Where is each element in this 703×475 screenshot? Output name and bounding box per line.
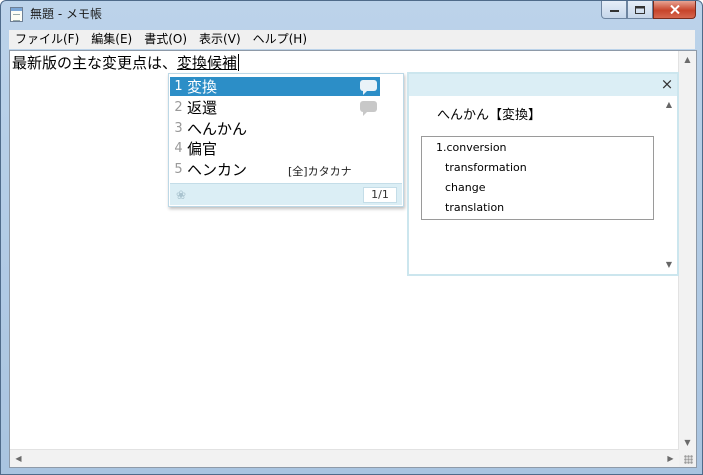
close-button[interactable] (653, 1, 696, 19)
scroll-left-icon[interactable]: ◀ (10, 450, 27, 467)
definition-line: 1.conversion (436, 141, 507, 154)
candidate-item-2[interactable]: 2 返還 (170, 98, 380, 117)
editor-line[interactable]: 最新版の主な変更点は、変換候補 (12, 54, 240, 72)
window-title: 無題 - メモ帳 (30, 7, 102, 21)
dictionary-panel: × ▲ ▼ へんかん【変換】 1.conversion transformati… (407, 72, 679, 276)
minimize-icon (609, 9, 619, 12)
definition-line: transformation (445, 161, 527, 174)
caption-buttons (601, 1, 696, 20)
menu-format[interactable]: 書式(O) (138, 30, 193, 49)
maximize-button[interactable] (627, 1, 653, 19)
dictionary-scrollbar[interactable]: ▲ ▼ (661, 96, 677, 274)
dictionary-headword: へんかん【変換】 (437, 108, 542, 123)
scroll-up-icon[interactable]: ▲ (679, 51, 696, 68)
dictionary-header: × (409, 74, 677, 96)
resize-grip-icon[interactable] (679, 450, 696, 467)
close-icon[interactable]: × (659, 76, 675, 92)
horizontal-scrollbar[interactable]: ◀ ▶ (10, 449, 679, 467)
page-indicator: 1/1 (363, 187, 397, 203)
menu-view[interactable]: 表示(V) (193, 30, 247, 49)
close-icon (669, 5, 680, 14)
definition-line: translation (445, 201, 505, 214)
scroll-down-icon[interactable]: ▼ (661, 258, 677, 272)
menu-file[interactable]: ファイル(F) (9, 30, 85, 49)
vertical-scrollbar[interactable]: ▲ ▼ (678, 51, 696, 451)
candidate-item-4[interactable]: 4 偏官 (170, 139, 380, 158)
menu-help[interactable]: ヘルプ(H) (247, 30, 313, 49)
title-bar[interactable]: 無題 - メモ帳 (1, 1, 702, 27)
ime-candidate-window: 1 変換 2 返還 3 へんかん 4 偏官 5 ヘンカン [全]カタカナ ❀ 1… (168, 73, 404, 207)
candidate-note: [全]カタカナ (288, 165, 352, 178)
scroll-down-icon[interactable]: ▼ (679, 434, 696, 451)
definition-line: change (445, 181, 486, 194)
candidate-item-5[interactable]: 5 ヘンカン [全]カタカナ (170, 160, 380, 179)
scroll-right-icon[interactable]: ▶ (662, 450, 679, 467)
comment-bubble-icon[interactable] (360, 80, 377, 95)
scroll-up-icon[interactable]: ▲ (661, 98, 677, 112)
candidate-item-3[interactable]: 3 へんかん (170, 119, 380, 138)
text-caret (238, 54, 240, 71)
menu-bar: ファイル(F) 編集(E) 書式(O) 表示(V) ヘルプ(H) (9, 30, 695, 49)
minimize-button[interactable] (601, 1, 627, 19)
menu-edit[interactable]: 編集(E) (85, 30, 138, 49)
candidate-footer: ❀ 1/1 (170, 183, 402, 205)
candidate-item-1[interactable]: 1 変換 (170, 77, 380, 96)
committed-text: 最新版の主な変更点は、 (12, 54, 178, 72)
comment-bubble-icon[interactable] (360, 101, 377, 116)
maximize-icon (635, 5, 645, 14)
paw-icon[interactable]: ❀ (176, 188, 186, 202)
composing-text: 変換候補 (177, 54, 238, 72)
notepad-icon[interactable] (10, 7, 23, 22)
dictionary-definitions: 1.conversion transformation change trans… (421, 136, 654, 220)
